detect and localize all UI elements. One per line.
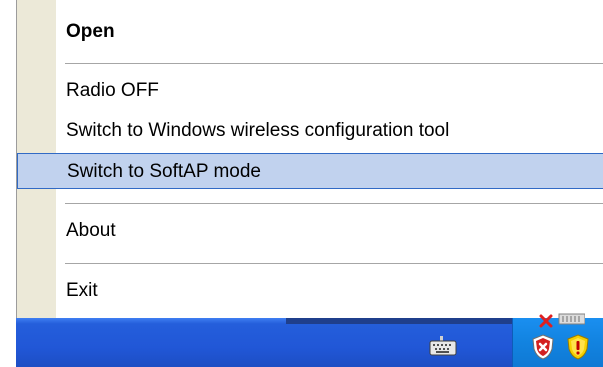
- tray-context-menu: Open Radio OFF Switch to Windows wireles…: [16, 0, 603, 318]
- screenshot: Open Radio OFF Switch to Windows wireles…: [0, 0, 603, 367]
- menu-separator: [65, 263, 603, 265]
- menu-item-switch-windows-wireless[interactable]: Switch to Windows wireless configuration…: [57, 113, 603, 149]
- menu-separator: [65, 63, 603, 65]
- menu-item-switch-softap[interactable]: Switch to SoftAP mode: [17, 153, 603, 189]
- network-error-icon[interactable]: [535, 312, 586, 328]
- keyboard-icon[interactable]: [429, 336, 457, 356]
- desktop-edge: [0, 0, 16, 367]
- menu-item-open[interactable]: Open: [57, 14, 603, 50]
- menu-item-exit[interactable]: Exit: [57, 273, 603, 309]
- menu-item-about[interactable]: About: [57, 213, 603, 249]
- security-warning-icon[interactable]: [566, 334, 590, 360]
- taskbar-window-strip: [286, 318, 512, 324]
- shield-alert-icon[interactable]: [531, 334, 555, 360]
- menu-item-radio-off[interactable]: Radio OFF: [57, 73, 603, 109]
- menu-separator: [65, 203, 603, 205]
